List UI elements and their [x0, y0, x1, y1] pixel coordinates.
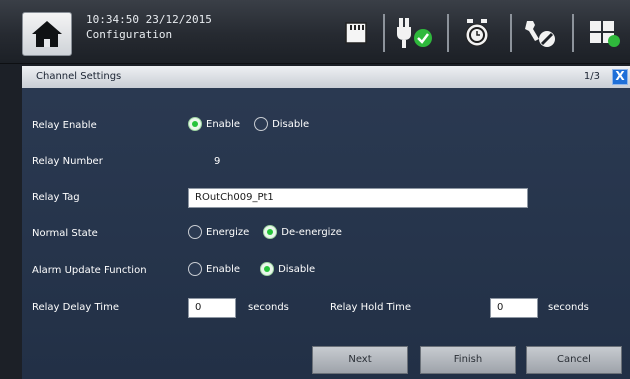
relay-delay-unit: seconds	[248, 302, 289, 313]
normal-state-radio-group: Energize De-energize	[188, 225, 356, 239]
radio-unselected[interactable]	[188, 225, 202, 239]
relay-enable-option-disable[interactable]: Disable	[254, 117, 309, 131]
tools-icon	[525, 21, 555, 47]
memory-card-button[interactable]	[334, 12, 378, 54]
alarm-update-radio-group: Enable Disable	[188, 262, 329, 276]
alarm-update-option-disable[interactable]: Disable	[260, 262, 315, 276]
separator	[510, 14, 512, 52]
alarm-button[interactable]	[455, 12, 499, 54]
relay-enable-option-enable[interactable]: Enable	[188, 117, 240, 131]
option-label: Energize	[206, 226, 250, 238]
relay-enable-label: Relay Enable	[32, 120, 97, 131]
time-text: 10:34:50	[86, 13, 139, 26]
separator	[572, 14, 574, 52]
normal-state-option-energize[interactable]: Energize	[188, 225, 249, 239]
screen-name: Configuration	[86, 28, 173, 41]
finish-button[interactable]: Finish	[420, 346, 516, 374]
date-text: 23/12/2015	[145, 13, 212, 26]
option-label: De-energize	[281, 226, 342, 238]
memory-card-icon	[345, 22, 367, 44]
dialog-title: Channel Settings	[36, 71, 122, 82]
relay-tag-input[interactable]: ROutCh009_Pt1	[188, 188, 528, 208]
option-label: Enable	[206, 118, 241, 130]
option-label: Disable	[272, 118, 310, 130]
tools-button[interactable]	[518, 12, 562, 54]
alarm-clock-icon	[465, 19, 489, 47]
relay-delay-label: Relay Delay Time	[32, 302, 119, 313]
close-button[interactable]: X	[612, 69, 628, 85]
status-bar: 10:34:50 23/12/2015 Configuration	[0, 0, 630, 64]
normal-state-label: Normal State	[32, 228, 98, 239]
relay-hold-unit: seconds	[548, 302, 589, 313]
relay-hold-label: Relay Hold Time	[330, 302, 412, 313]
next-button[interactable]: Next	[312, 346, 408, 374]
separator	[447, 14, 449, 52]
radio-unselected[interactable]	[254, 117, 269, 131]
relay-delay-input[interactable]: 0	[188, 298, 236, 318]
relay-number-label: Relay Number	[32, 156, 103, 167]
radio-unselected[interactable]	[188, 262, 202, 276]
display-layout-icon	[590, 21, 620, 47]
option-label: Disable	[278, 263, 316, 275]
relay-number-value: 9	[214, 156, 221, 167]
relay-tag-label: Relay Tag	[32, 192, 80, 203]
radio-selected[interactable]	[263, 225, 278, 239]
normal-state-option-de-energize[interactable]: De-energize	[263, 225, 342, 239]
relay-enable-radio-group: Enable Disable	[188, 117, 323, 131]
power-status-button[interactable]	[393, 12, 437, 54]
relay-hold-input[interactable]: 0	[490, 298, 538, 318]
home-icon	[32, 21, 62, 47]
power-ok-icon	[397, 18, 432, 48]
datetime-display: 10:34:50 23/12/2015 Configuration	[86, 12, 212, 42]
channel-settings-dialog: Channel Settings 1/3 X Relay Enable Enab…	[22, 66, 630, 379]
radio-selected[interactable]	[260, 262, 275, 276]
separator	[383, 14, 385, 52]
dialog-header: Channel Settings 1/3 X	[22, 66, 630, 88]
display-layout-button[interactable]	[582, 12, 626, 54]
left-edge-panel	[0, 64, 22, 379]
page-indicator: 1/3	[583, 71, 600, 82]
option-label: Enable	[206, 263, 241, 275]
home-button[interactable]	[22, 12, 72, 56]
radio-selected[interactable]	[188, 117, 202, 131]
alarm-update-label: Alarm Update Function	[32, 265, 147, 276]
alarm-update-option-enable[interactable]: Enable	[188, 262, 240, 276]
cancel-button[interactable]: Cancel	[526, 346, 622, 374]
